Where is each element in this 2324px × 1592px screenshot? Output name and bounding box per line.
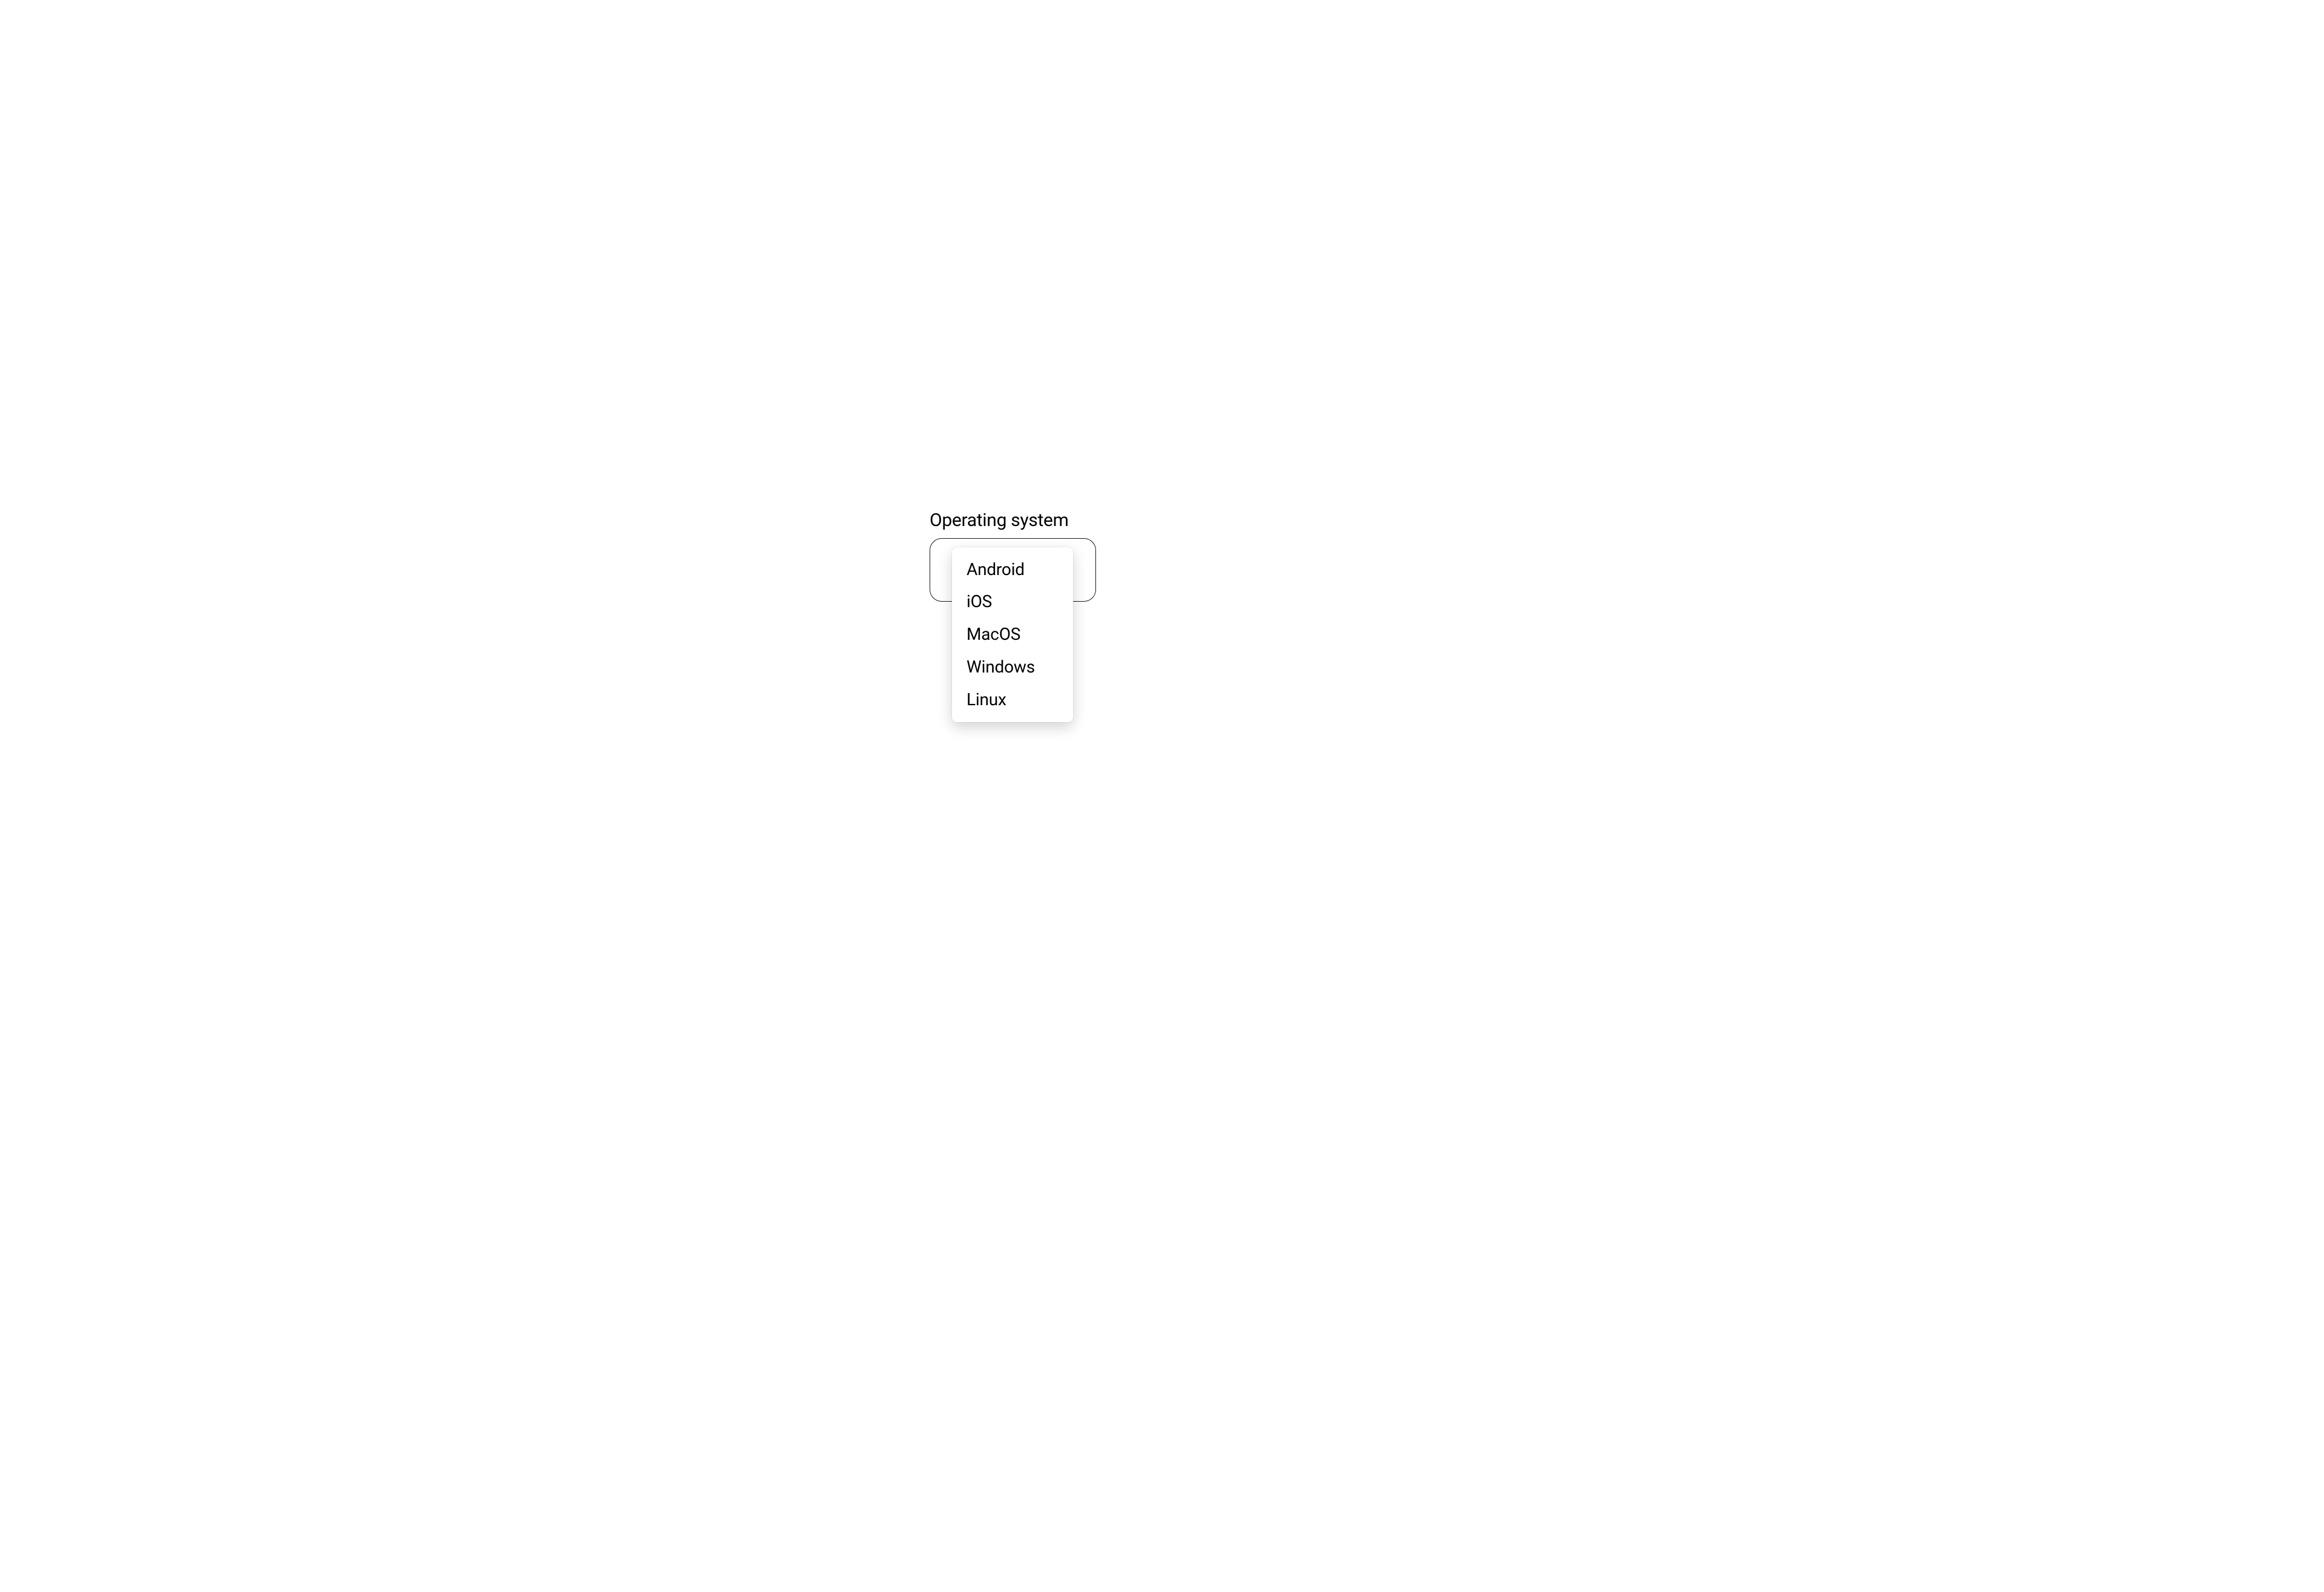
os-select-trigger[interactable]: Android iOS MacOS Windows Linux (930, 538, 1096, 602)
os-select-group: Operating system Android iOS MacOS Windo… (930, 510, 1096, 602)
dropdown-item-ios[interactable]: iOS (952, 585, 1073, 618)
dropdown-item-windows[interactable]: Windows (952, 651, 1073, 683)
dropdown-item-android[interactable]: Android (952, 553, 1073, 586)
dropdown-item-macos[interactable]: MacOS (952, 618, 1073, 651)
os-dropdown: Android iOS MacOS Windows Linux (952, 547, 1073, 722)
select-label: Operating system (930, 510, 1096, 531)
dropdown-item-linux[interactable]: Linux (952, 683, 1073, 716)
